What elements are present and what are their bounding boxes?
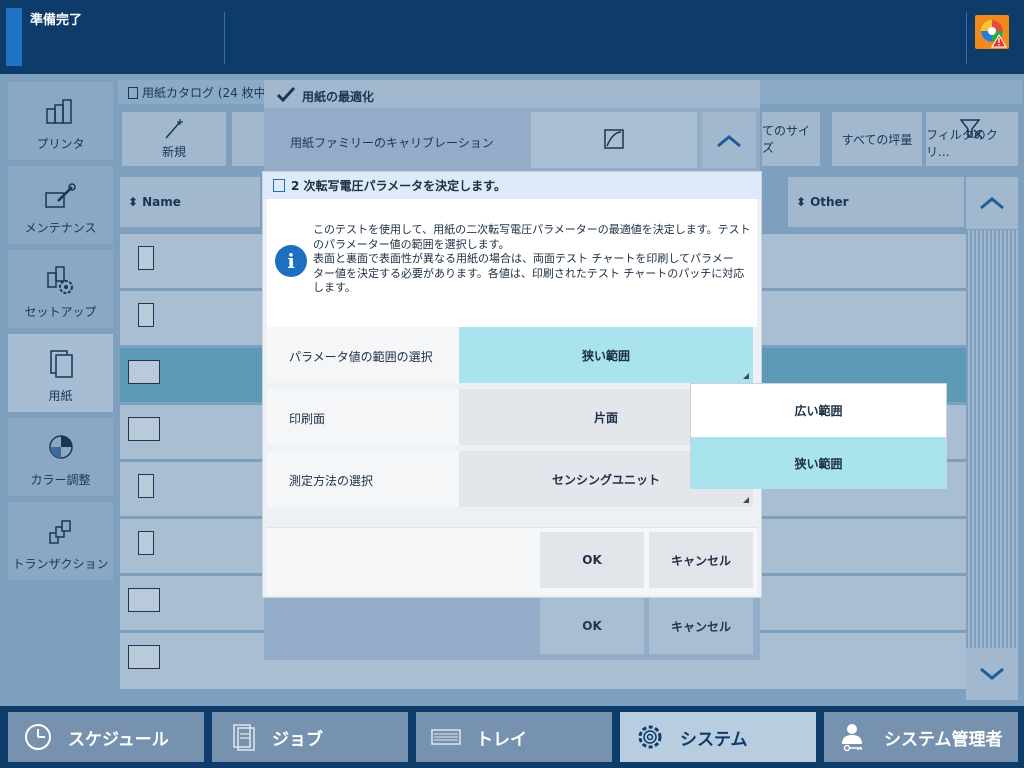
- option-narrow-range[interactable]: 狭い範囲: [691, 437, 946, 489]
- document-icon: [233, 724, 255, 751]
- divider: [966, 12, 967, 64]
- printer-icon: [45, 99, 72, 124]
- alert-icon[interactable]: [975, 15, 1009, 49]
- sidebar-item-label: カラー調整: [30, 473, 91, 487]
- paper-thumbnail: [138, 246, 154, 270]
- cancel-button[interactable]: キャンセル: [649, 532, 753, 588]
- measurement-method-row: 測定方法の選択 センシングユニット: [267, 451, 753, 507]
- tab-system-admin[interactable]: システム管理者: [824, 712, 1018, 762]
- color-wheel-icon: [48, 435, 73, 459]
- chevron-up-icon: [980, 197, 1004, 210]
- catalog-icon: [128, 87, 138, 99]
- filter-clear-button[interactable]: フィルタのクリ...: [926, 112, 1018, 166]
- option-wide-range[interactable]: 広い範囲: [691, 384, 946, 436]
- dropdown-corner-icon: [743, 497, 749, 503]
- parent-cancel-button[interactable]: キャンセル: [649, 598, 753, 654]
- ok-button[interactable]: OK: [540, 532, 644, 588]
- sidebar-item-printer[interactable]: プリンタ: [8, 82, 113, 160]
- scroll-down-button[interactable]: [966, 648, 1018, 700]
- top-status-bar: 準備完了: [0, 0, 1024, 74]
- tab-system[interactable]: システム: [620, 712, 816, 762]
- sidebar-item-label: プリンタ: [36, 137, 85, 151]
- paper-thumbnail: [138, 474, 154, 498]
- paper-thumbnail: [128, 645, 160, 669]
- column-header-other[interactable]: ⬍ Other: [788, 177, 964, 227]
- paper-icon: [49, 350, 73, 378]
- range-select-label: パラメータ値の範囲の選択: [289, 350, 433, 364]
- divider: [224, 12, 225, 64]
- tab-schedule[interactable]: スケジュール: [8, 712, 204, 762]
- print-side-row: 印刷面 片面: [267, 389, 753, 445]
- gear-icon: [638, 725, 662, 749]
- sidebar-item-label: トランザクション: [12, 557, 109, 571]
- tab-trays[interactable]: トレイ: [416, 712, 612, 762]
- checkmark-icon: [276, 86, 296, 102]
- range-select-row: パラメータ値の範囲の選択 狭い範囲: [267, 327, 753, 383]
- printer-status-text: 準備完了: [30, 13, 83, 28]
- dialog-icon: [273, 179, 285, 192]
- paper-thumbnail: [128, 417, 160, 441]
- range-select-dropdown[interactable]: 狭い範囲: [459, 327, 753, 383]
- sidebar-item-setup[interactable]: セットアップ: [8, 250, 113, 328]
- paper-thumbnail: [128, 360, 160, 384]
- scrollbar-track[interactable]: [966, 230, 1018, 648]
- calibration-label: 用紙ファミリーのキャリブレーション: [290, 136, 494, 150]
- calibration-chart-icon: [604, 129, 624, 149]
- scroll-up-button[interactable]: [966, 177, 1018, 229]
- chevron-up-icon: [717, 135, 741, 148]
- column-header-name[interactable]: ⬍ Name: [120, 177, 260, 227]
- sparkle-icon: [165, 119, 183, 139]
- paper-thumbnail: [138, 303, 154, 327]
- tab-jobs[interactable]: ジョブ: [212, 712, 408, 762]
- paper-thumbnail: [128, 588, 160, 612]
- dialog-title: 2 次転写電圧パラメータを決定します。: [263, 172, 761, 199]
- new-label: 新規: [161, 145, 186, 159]
- sidebar-item-color-adjust[interactable]: カラー調整: [8, 418, 113, 496]
- wrench-icon: [44, 183, 76, 208]
- sidebar-item-maintenance[interactable]: メンテナンス: [8, 166, 113, 244]
- parent-scroll-up-button[interactable]: [702, 112, 756, 168]
- toolbar-button[interactable]: [232, 112, 264, 166]
- all-sizes-filter[interactable]: てのサイズ: [762, 112, 820, 166]
- filter-clear-icon: [959, 119, 983, 139]
- all-weights-filter[interactable]: すべての坪量: [832, 112, 922, 166]
- chevron-down-icon: [980, 667, 1004, 680]
- paper-thumbnail: [138, 531, 154, 555]
- status-indicator: [6, 8, 22, 66]
- parent-dialog-title: 用紙の最適化: [264, 80, 760, 108]
- info-text: このテストを使用して、用紙の二次転写電圧パラメーターの最適値を決定します。テスト…: [313, 223, 751, 294]
- sidebar-item-label: 用紙: [48, 389, 73, 403]
- print-side-label: 印刷面: [289, 412, 326, 426]
- parent-ok-button[interactable]: OK: [540, 598, 644, 654]
- info-panel: i このテストを使用して、用紙の二次転写電圧パラメーターの最適値を決定します。テ…: [267, 199, 757, 327]
- sidebar-item-label: セットアップ: [24, 305, 97, 319]
- transaction-icon: [48, 520, 71, 544]
- info-icon: i: [275, 245, 307, 277]
- clock-icon: [25, 724, 51, 750]
- catalog-title: 用紙カタログ (24 枚中、: [128, 84, 278, 101]
- dropdown-corner-icon: [743, 373, 749, 379]
- sidebar-item-transaction[interactable]: トランザクション: [8, 502, 113, 580]
- setup-gear-icon: [46, 266, 73, 294]
- calibration-button[interactable]: [531, 112, 697, 168]
- range-options-popup: 広い範囲 狭い範囲: [690, 383, 947, 489]
- transfer-voltage-dialog: 2 次転写電圧パラメータを決定します。 i このテストを使用して、用紙の二次転写…: [262, 171, 762, 598]
- new-paper-button[interactable]: 新規: [122, 112, 226, 166]
- admin-user-icon: [842, 724, 862, 752]
- sidebar-item-label: メンテナンス: [24, 221, 97, 235]
- tray-icon: [431, 729, 461, 745]
- sidebar-item-paper[interactable]: 用紙: [8, 334, 113, 412]
- measurement-method-label: 測定方法の選択: [289, 474, 374, 488]
